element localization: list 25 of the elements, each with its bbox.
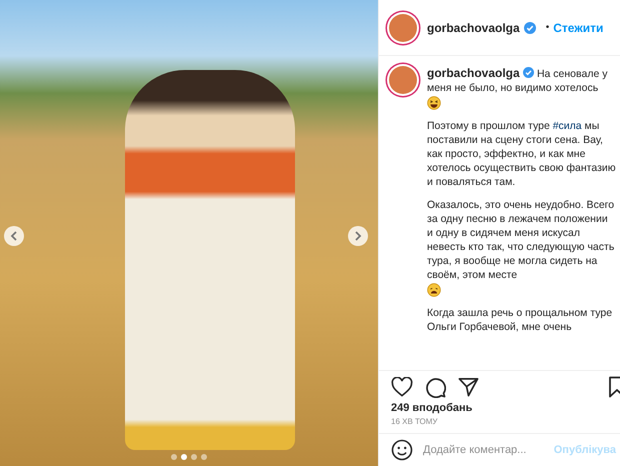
separator-dot: • bbox=[546, 22, 550, 33]
weary-face-icon bbox=[427, 283, 441, 297]
chevron-right-icon bbox=[354, 231, 362, 241]
carousel-dot[interactable] bbox=[171, 454, 177, 460]
likes-count[interactable]: 249 вподобань bbox=[391, 402, 608, 414]
caption-paragraph: Оказалось, это очень неудобно. Всего за одну песню в лежачем положении и одну в сидячем меня искусал невесть кто так, что следующую часть тура, я вообще не могла сидеть на своём, этом месте bbox=[427, 198, 616, 282]
hashtag-link[interactable]: #сила bbox=[552, 120, 582, 132]
carousel-dot[interactable] bbox=[181, 454, 187, 460]
next-button[interactable] bbox=[348, 226, 368, 246]
caption-paragraph: Когда зашла речь о прощальном туре Ольги Горбачевой, мне очень bbox=[427, 306, 614, 334]
caption-paragraph: Поэтому в прошлом туре #сила мы поставили на сцену стоги сена. Вау, как просто, эффектно, и как мне хотелось осуществить свою фантазию и поваляться там. bbox=[427, 119, 616, 189]
heart-icon[interactable] bbox=[391, 377, 413, 397]
laughing-face-icon bbox=[427, 96, 441, 110]
username-link[interactable]: gorbachovaolga bbox=[427, 66, 534, 80]
carousel-dot[interactable] bbox=[201, 454, 207, 460]
chevron-left-icon bbox=[10, 231, 18, 241]
smiley-icon[interactable] bbox=[391, 439, 413, 461]
carousel-dot[interactable] bbox=[191, 454, 197, 460]
previous-button[interactable] bbox=[4, 226, 24, 246]
username-link[interactable]: gorbachovaolga bbox=[427, 20, 520, 34]
caption-paragraph: gorbachovaolga На сеновале у меня не было, но видимо хотелось bbox=[427, 66, 608, 95]
avatar[interactable] bbox=[389, 14, 417, 42]
paper-plane-icon[interactable] bbox=[458, 377, 479, 397]
avatar[interactable] bbox=[389, 66, 417, 94]
speech-bubble-icon[interactable] bbox=[425, 376, 446, 398]
